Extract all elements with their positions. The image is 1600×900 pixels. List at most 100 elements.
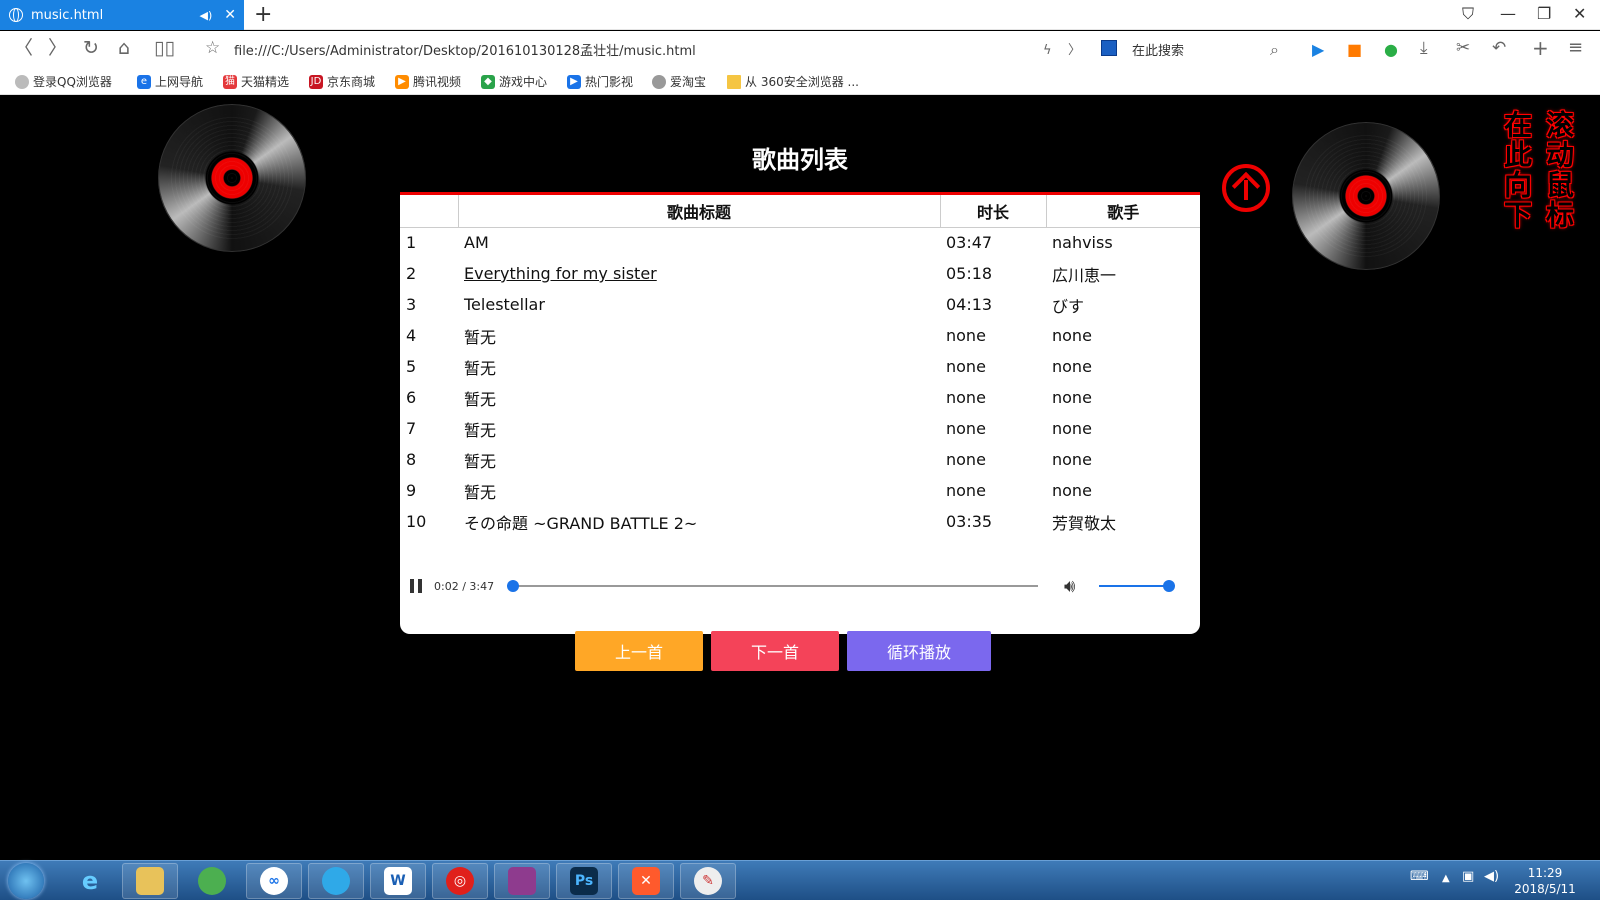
song-title: Telestellar [464,295,545,314]
arrow-up-icon[interactable] [1222,164,1270,212]
netease-music-icon[interactable]: ◎ [432,863,488,899]
bookmark-item[interactable]: e 上网导航 [137,73,203,90]
table-header: 歌曲标题 时长 歌手 [400,195,1200,228]
bookmark-label: 登录QQ浏览器 [33,75,112,89]
gamepad-icon: ◆ [481,74,495,89]
explorer-icon[interactable] [122,863,178,899]
refresh-icon[interactable]: ↻ [83,37,99,59]
table-row[interactable]: 2 Everything for my sister 05:18 広川恵一 [400,258,1200,289]
tray-expand-icon[interactable]: ▲ [1442,873,1450,884]
bookmark-item[interactable]: 猫天猫精选 [223,73,289,90]
reader-icon[interactable]: ▯▯ [154,37,175,59]
bookmark-item[interactable]: 爱淘宝 [652,73,706,90]
undo-icon[interactable]: ↶ [1492,37,1506,59]
table-row[interactable]: 5 暂无 none none [400,351,1200,382]
lightning-icon[interactable]: ϟ [1043,40,1052,62]
bookmark-item[interactable]: 登录QQ浏览器 [15,73,112,90]
start-button[interactable] [8,863,44,899]
qq-browser-icon[interactable] [308,863,364,899]
bookmark-item[interactable]: ▶ 腾讯视频 [395,73,461,90]
video-play-icon[interactable]: ▶ [1312,39,1324,61]
paint-icon[interactable]: ✎ [680,863,736,899]
speaker-mute-icon[interactable]: ◀) [200,9,213,22]
table-row[interactable]: 4 暂无 none none [400,320,1200,351]
song-number: 9 [406,481,417,500]
table-row[interactable]: 8 暂无 none none [400,444,1200,475]
bookmark-label: 游戏中心 [499,75,548,89]
tab-title: music.html [31,7,104,23]
new-tab-button[interactable]: + [254,3,272,27]
bookmark-folder[interactable]: 从 360安全浏览器 ... [727,73,859,90]
tab-music[interactable]: music.html ◀) ✕ [0,0,244,30]
song-title-link[interactable]: Everything for my sister [464,264,657,283]
bookmark-label: 天猫精选 [241,75,290,89]
back-icon[interactable]: 〈 [14,37,33,59]
plus-icon[interactable]: + [1532,37,1549,59]
photoshop-icon[interactable]: Ps [556,863,612,899]
loop-play-button[interactable]: 循环播放 [847,631,991,671]
table-row[interactable]: 7 暂无 none none [400,413,1200,444]
ie-icon[interactable]: e [62,863,118,899]
song-duration: none [946,388,986,407]
wechat-icon[interactable]: ● [1384,39,1398,61]
restore-button[interactable]: ❐ [1537,4,1551,23]
bookmark-item[interactable]: JD 京东商城 [309,73,375,90]
windows-taskbar: e ∞ W ◎ Ps ✕ ✎ ⌨ ▲ ▣ ◀) 11:29 2018/5/11 [0,860,1600,900]
home-icon[interactable]: ⌂ [118,37,130,59]
360-icon[interactable] [184,863,240,899]
song-artist: none [1052,388,1092,407]
col-title: 歌曲标题 [458,195,941,228]
clock-date: 2018/5/11 [1514,882,1576,896]
song-artist: びす [1052,296,1085,316]
volume-knob[interactable] [1163,580,1176,592]
next-song-button[interactable]: 下一首 [711,631,839,671]
scissors-icon[interactable]: ✂ [1456,37,1470,59]
chevron-right-icon[interactable]: 〉 [1068,40,1081,62]
address-bar[interactable]: file:///C:/Users/Administrator/Desktop/2… [234,40,696,59]
scroll-hint-2: 滚动鼠标 [1542,110,1575,230]
camera-icon[interactable]: ■ [1347,39,1362,61]
download-icon[interactable]: ⤓ [1420,37,1428,59]
bookmark-item[interactable]: ▶ 热门影视 [567,73,633,90]
close-window-button[interactable]: ✕ [1573,4,1586,23]
table-row[interactable]: 9 暂无 none none [400,475,1200,506]
shirt-skin-icon[interactable]: ⛉ [1462,4,1474,24]
menu-icon[interactable]: ≡ [1568,37,1583,59]
vinyl-record-left [158,104,306,252]
search-icon[interactable]: ⌕ [1270,39,1279,61]
song-duration: none [946,419,986,438]
bookmark-label: 上网导航 [155,75,204,89]
system-clock[interactable]: 11:29 2018/5/11 [1508,865,1582,897]
seek-knob[interactable] [507,580,520,592]
forward-icon[interactable]: 〉 [48,37,67,59]
song-number: 7 [406,419,417,438]
keyboard-icon[interactable]: ⌨ [1410,869,1429,884]
close-tab-icon[interactable]: ✕ [224,7,236,23]
search-input[interactable]: 在此搜索 [1132,40,1184,59]
xmind-icon[interactable]: ✕ [618,863,674,899]
table-row[interactable]: 6 暂无 none none [400,382,1200,413]
pause-icon[interactable] [410,579,424,593]
song-artist: 広川恵一 [1052,265,1117,285]
volume-tray-icon[interactable]: ◀) [1484,869,1499,884]
song-duration: none [946,357,986,376]
word-icon[interactable]: W [370,863,426,899]
table-row[interactable]: 10 その命題 ~GRAND BATTLE 2~ 03:35 芳賀敬太 [400,506,1200,537]
bookmarks-bar: 登录QQ浏览器 e 上网导航 猫天猫精选 JD 京东商城 ▶ 腾讯视频 ◆ 游戏中心 ▶… [0,66,1600,95]
table-row[interactable]: 3 Telestellar 04:13 びす [400,289,1200,320]
search-engine-icon[interactable] [1101,40,1117,56]
song-artist: none [1052,481,1092,500]
table-row[interactable]: 1 AM 03:47 nahviss [400,227,1200,258]
favorite-star-icon[interactable]: ☆ [205,37,220,59]
volume-icon[interactable]: 🔊︎ [1064,576,1075,597]
seek-bar[interactable] [507,580,1038,592]
minimize-button[interactable]: — [1500,4,1516,23]
song-number: 6 [406,388,417,407]
network-icon[interactable]: ▣ [1462,869,1474,884]
bookmark-item[interactable]: ◆ 游戏中心 [481,73,547,90]
song-list: 歌曲标题 时长 歌手 1 AM 03:47 nahviss 2 Everything fo… [400,192,1200,634]
winrar-icon[interactable] [494,863,550,899]
prev-song-button[interactable]: 上一首 [575,631,703,671]
baidu-netdisk-icon[interactable]: ∞ [246,863,302,899]
volume-slider[interactable] [1099,580,1176,592]
